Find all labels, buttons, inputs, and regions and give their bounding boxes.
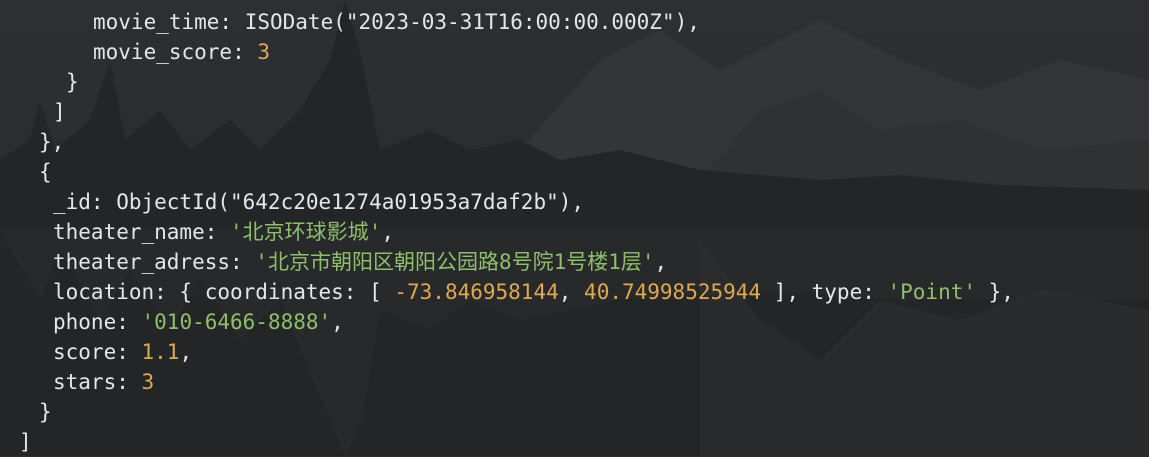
code-token: 40.74998525944 [584, 280, 762, 304]
code-token: , [654, 250, 668, 274]
terminal-line: location: { coordinates: [ -73.846958144… [0, 277, 1149, 307]
code-token: -73.846958144 [394, 280, 559, 304]
terminal-output: movie_time: ISODate("2023-03-31T16:00:00… [0, 0, 1149, 456]
code-token: ISODate("2023-03-31T16:00:00.000Z"), [244, 10, 700, 34]
code-token: , [179, 340, 193, 364]
code-token: score: [53, 340, 142, 364]
terminal-line: ] [0, 97, 1149, 127]
code-token: }, [976, 280, 1014, 304]
code-token: , [331, 310, 344, 334]
terminal-line: stars: 3 [0, 367, 1149, 397]
code-token: 3 [257, 40, 271, 64]
code-token: ] [53, 100, 66, 124]
code-token: stars: [53, 370, 142, 394]
code-token: } [39, 400, 52, 424]
code-token: 1.1 [141, 340, 180, 364]
terminal-line: theater_adress: '北京市朝阳区朝阳公园路8号院1号楼1层', [0, 247, 1149, 277]
terminal-line: _id: ObjectId("642c20e1274a01953a7daf2b"… [0, 187, 1149, 217]
terminal-line: }, [0, 127, 1149, 157]
code-token: { [39, 160, 52, 184]
terminal-line: score: 1.1, [0, 337, 1149, 367]
code-token: }, [39, 130, 65, 154]
code-token: 'Point' [887, 280, 977, 304]
code-token: phone: [53, 310, 142, 334]
code-token: theater_name: [53, 220, 231, 244]
terminal-line: ] [0, 427, 1149, 457]
code-token: 3 [141, 370, 155, 394]
code-token: , [381, 220, 394, 244]
code-token: ], type: [761, 280, 888, 304]
terminal-line: } [0, 397, 1149, 427]
code-token: theater_adress: [53, 250, 256, 274]
terminal-line: { [0, 157, 1149, 187]
code-token: , [558, 280, 585, 304]
code-token: '010-6466-8888' [141, 310, 332, 334]
terminal-line: movie_time: ISODate("2023-03-31T16:00:00… [0, 7, 1149, 37]
code-token: ] [19, 430, 32, 454]
code-token: movie_score: [93, 40, 258, 64]
terminal-line: } [0, 67, 1149, 97]
code-token: '北京环球影城' [230, 220, 382, 244]
terminal-line: movie_score: 3 [0, 37, 1149, 67]
code-token: } [66, 70, 79, 94]
code-token: '北京市朝阳区朝阳公园路8号院1号楼1层' [255, 250, 655, 274]
terminal-line: theater_name: '北京环球影城', [0, 217, 1149, 247]
code-token: _id: [53, 190, 117, 214]
terminal-line: phone: '010-6466-8888', [0, 307, 1149, 337]
code-token: movie_time: [93, 10, 245, 34]
code-token: ObjectId("642c20e1274a01953a7daf2b"), [116, 190, 585, 214]
code-token: location: { coordinates: [ [53, 280, 395, 304]
